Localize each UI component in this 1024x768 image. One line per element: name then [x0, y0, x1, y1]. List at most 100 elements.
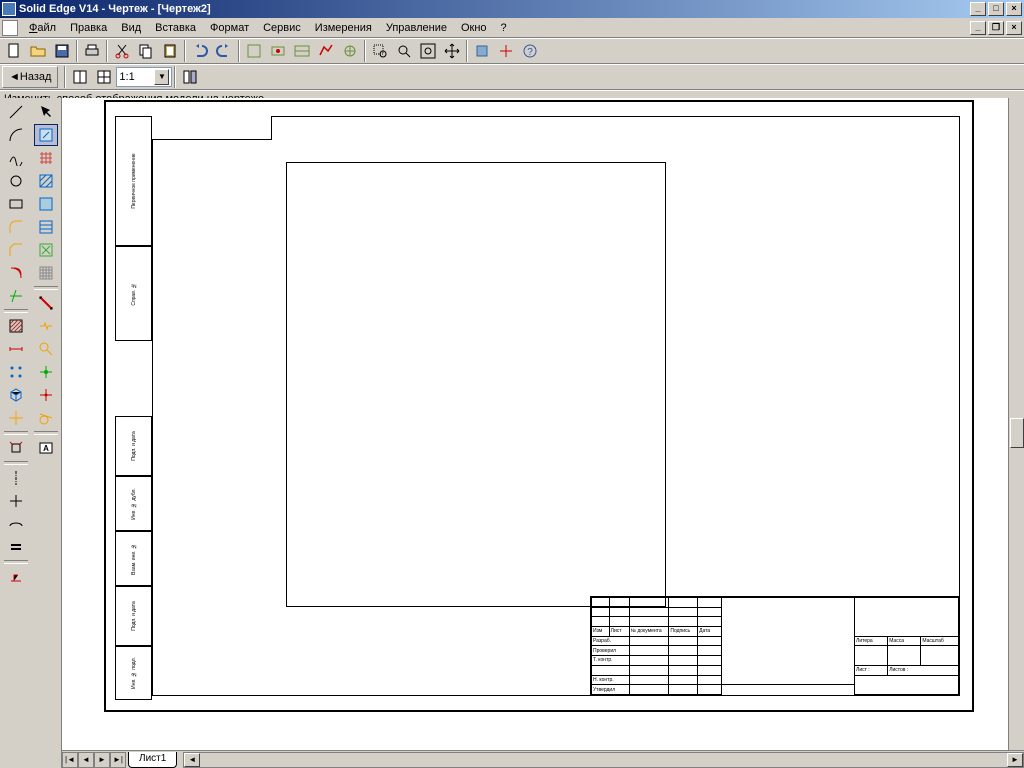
- grid-tool[interactable]: [34, 147, 58, 169]
- select-tool[interactable]: [34, 101, 58, 123]
- tool-g-button[interactable]: [495, 40, 517, 62]
- svg-text:A: A: [43, 444, 49, 453]
- menu-dimensions[interactable]: Измерения: [308, 20, 379, 36]
- dim-tool[interactable]: [4, 338, 28, 360]
- box-tool[interactable]: [4, 384, 28, 406]
- move-tool[interactable]: [4, 407, 28, 429]
- mdi-minimize-button[interactable]: _: [970, 21, 986, 35]
- sheet-tab[interactable]: Лист1: [128, 752, 177, 768]
- trim-tool[interactable]: [4, 285, 28, 307]
- ellipse-arc-tool[interactable]: [4, 513, 28, 535]
- layout-2-button[interactable]: [93, 66, 115, 88]
- placed-view-rect[interactable]: [286, 162, 666, 607]
- hatch5-tool[interactable]: [34, 239, 58, 261]
- maximize-button[interactable]: □: [988, 2, 1004, 16]
- menu-format[interactable]: Формат: [203, 20, 256, 36]
- print-button[interactable]: [81, 40, 103, 62]
- scroll-thumb[interactable]: [1010, 418, 1024, 448]
- pan-button[interactable]: [441, 40, 463, 62]
- tangent-tool[interactable]: [34, 407, 58, 429]
- equal-tool[interactable]: [4, 536, 28, 558]
- break-tool[interactable]: [34, 315, 58, 337]
- tab-prev-button[interactable]: ◄: [78, 752, 94, 768]
- copy-button[interactable]: [135, 40, 157, 62]
- hatch3-tool[interactable]: [34, 193, 58, 215]
- minimize-button[interactable]: _: [970, 2, 986, 16]
- sheet-top-stub: [152, 116, 272, 140]
- close-button[interactable]: ×: [1006, 2, 1022, 16]
- help-button[interactable]: ?: [519, 40, 541, 62]
- origin-tool[interactable]: [34, 384, 58, 406]
- text-tool[interactable]: A: [34, 437, 58, 459]
- section-tool[interactable]: [34, 292, 58, 314]
- zoom-button[interactable]: [393, 40, 415, 62]
- tool-e-button[interactable]: [339, 40, 361, 62]
- zoom-fit-button[interactable]: [417, 40, 439, 62]
- redo-button[interactable]: [213, 40, 235, 62]
- open-button[interactable]: [27, 40, 49, 62]
- vertical-scrollbar[interactable]: [1008, 98, 1024, 750]
- menu-manage[interactable]: Управление: [379, 20, 454, 36]
- chevron-down-icon[interactable]: ▼: [154, 69, 169, 85]
- pattern-tool[interactable]: [4, 361, 28, 383]
- hatch-tool[interactable]: [4, 315, 28, 337]
- window-title: Solid Edge V14 - Чертеж - [Чертеж2]: [19, 3, 211, 15]
- left-toolbox: A: [0, 98, 62, 768]
- drawing-sheet: Первичное применение Справ. № Подп. и да…: [104, 100, 974, 712]
- hatch4-tool[interactable]: [34, 216, 58, 238]
- hscroll-left-button[interactable]: ◄: [184, 753, 200, 767]
- detail-tool[interactable]: [34, 338, 58, 360]
- tab-first-button[interactable]: |◄: [62, 752, 78, 768]
- chamfer-tool[interactable]: [4, 239, 28, 261]
- zoom-area-button[interactable]: [369, 40, 391, 62]
- menu-window[interactable]: Окно: [454, 20, 494, 36]
- mdi-restore-button[interactable]: ❐: [988, 21, 1004, 35]
- offset-tool[interactable]: [4, 262, 28, 284]
- layout-1-button[interactable]: [69, 66, 91, 88]
- main-toolbar: ?: [0, 38, 1024, 64]
- undo-button[interactable]: [189, 40, 211, 62]
- center-tool[interactable]: [34, 361, 58, 383]
- hscroll-right-button[interactable]: ►: [1007, 753, 1023, 767]
- back-button[interactable]: ◄ Назад: [2, 66, 58, 88]
- svg-text:?: ?: [527, 47, 533, 58]
- sketch-tool[interactable]: [34, 124, 58, 146]
- menu-service[interactable]: Сервис: [256, 20, 308, 36]
- scale-select[interactable]: 1:1▼: [116, 67, 172, 87]
- weld-tool[interactable]: [4, 566, 28, 588]
- mdi-close-button[interactable]: ×: [1006, 21, 1022, 35]
- new-button[interactable]: [3, 40, 25, 62]
- menu-file[interactable]: Файл: [22, 20, 63, 36]
- axis-tool[interactable]: [4, 467, 28, 489]
- tab-last-button[interactable]: ►|: [110, 752, 126, 768]
- tool-a-button[interactable]: [243, 40, 265, 62]
- menu-help[interactable]: ?: [494, 20, 514, 36]
- tool-c-button[interactable]: [291, 40, 313, 62]
- view-toolbar: ◄ Назад 1:1▼: [0, 64, 1024, 90]
- paste-button[interactable]: [159, 40, 181, 62]
- menu-insert[interactable]: Вставка: [148, 20, 203, 36]
- work-area: A Первичное применение Справ. № Подп. и …: [0, 98, 1024, 768]
- circle-tool[interactable]: [4, 170, 28, 192]
- display-mode-button[interactable]: [179, 66, 201, 88]
- horizontal-scrollbar[interactable]: ◄ ►: [183, 752, 1024, 768]
- save-button[interactable]: [51, 40, 73, 62]
- tool-d-button[interactable]: [315, 40, 337, 62]
- tool-b-button[interactable]: [267, 40, 289, 62]
- tool-f-button[interactable]: [471, 40, 493, 62]
- arc-tool[interactable]: [4, 124, 28, 146]
- curve-tool[interactable]: [4, 147, 28, 169]
- fillet-tool[interactable]: [4, 216, 28, 238]
- menu-edit[interactable]: Правка: [63, 20, 114, 36]
- constraint-tool[interactable]: [4, 437, 28, 459]
- point-tool[interactable]: [4, 490, 28, 512]
- hatch6-tool[interactable]: [34, 262, 58, 284]
- rect-tool[interactable]: [4, 193, 28, 215]
- line-tool[interactable]: [4, 101, 28, 123]
- cut-button[interactable]: [111, 40, 133, 62]
- hatch2-tool[interactable]: [34, 170, 58, 192]
- doc-icon[interactable]: [2, 20, 18, 36]
- tab-next-button[interactable]: ►: [94, 752, 110, 768]
- menu-view[interactable]: Вид: [114, 20, 148, 36]
- drawing-canvas[interactable]: Первичное применение Справ. № Подп. и да…: [62, 98, 1024, 750]
